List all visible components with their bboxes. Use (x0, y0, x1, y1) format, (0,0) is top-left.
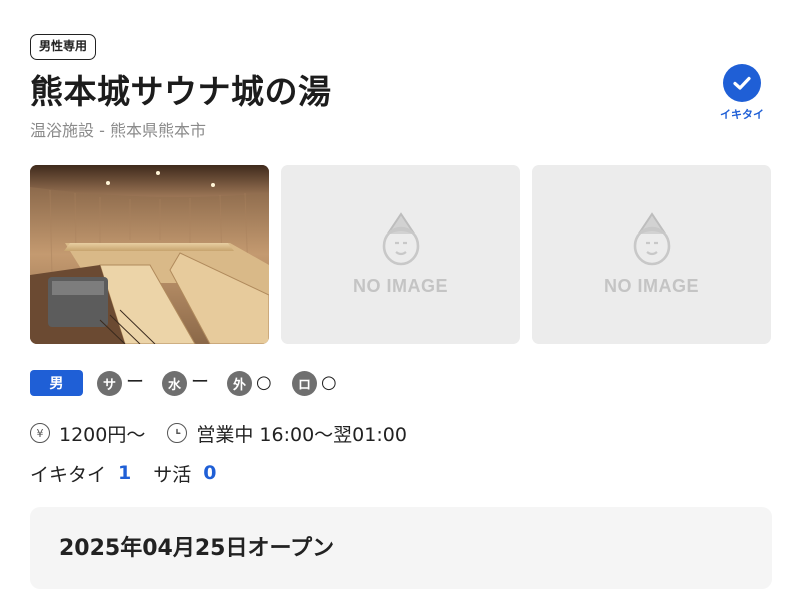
price-text: 1200円〜 (59, 423, 146, 446)
ikitai-button-label: イキタイ (720, 108, 764, 121)
feature-mark: ー (191, 372, 209, 393)
facility-features: 男 サ ー 水 ー 外 ○ ロ ○ (30, 369, 343, 397)
business-hours-text: 営業中 16:00〜翌01:00 (196, 423, 407, 446)
feature-mark: ○ (256, 372, 272, 393)
no-image-placeholder[interactable]: NO IMAGE (281, 165, 520, 344)
checkmark-icon (723, 64, 761, 102)
yen-icon: ¥ (30, 423, 50, 443)
photo-gallery: NO IMAGE NO IMAGE (30, 165, 772, 345)
gender-badge: 男性専用 (30, 34, 97, 60)
facility-page: 男性専用 熊本城サウナ城の湯 温浴施設 - 熊本県熊本市 イキタイ NO IMA… (30, 0, 772, 600)
feature-mark: ○ (321, 372, 337, 393)
water-bath-icon: 水 (162, 370, 187, 396)
no-image-text: NO IMAGE (603, 276, 699, 296)
feature-sauna: サ ー (97, 370, 148, 396)
ikitai-count[interactable]: 1 (118, 462, 131, 484)
facility-subtitle: 温浴施設 - 熊本県熊本市 (30, 121, 206, 140)
opening-date-card: 2025年04月25日オープン (30, 507, 772, 589)
price-hours-row: ¥ 1200円〜 営業中 16:00〜翌01:00 (30, 420, 407, 446)
sauna-photo[interactable] (30, 165, 269, 344)
facility-title: 熊本城サウナ城の湯 (30, 72, 332, 111)
sakatsu-count[interactable]: 0 (203, 462, 216, 484)
sauna-room-image (30, 165, 269, 344)
opening-date-text: 2025年04月25日オープン (59, 536, 335, 561)
feature-outdoor-air: 外 ○ (227, 370, 278, 396)
gender-tag: 男 (30, 370, 83, 396)
no-image-text: NO IMAGE (352, 276, 448, 296)
feature-mark: ー (126, 372, 144, 393)
outdoor-air-icon: 外 (227, 370, 252, 396)
clock-icon (167, 423, 188, 443)
sakatsu-count-label: サ活 (153, 463, 192, 486)
sauna-mascot-icon (633, 212, 670, 266)
sauna-mascot-icon (382, 212, 419, 266)
sauna-icon: サ (97, 370, 122, 396)
no-image-placeholder[interactable]: NO IMAGE (532, 165, 771, 344)
activity-counts: イキタイ 1 サ活 0 (30, 460, 217, 486)
ikitai-button[interactable]: イキタイ (712, 64, 772, 128)
loyly-icon: ロ (292, 370, 317, 396)
ikitai-count-label: イキタイ (30, 463, 107, 486)
feature-loyly: ロ ○ (292, 370, 343, 396)
feature-water-bath: 水 ー (162, 370, 213, 396)
